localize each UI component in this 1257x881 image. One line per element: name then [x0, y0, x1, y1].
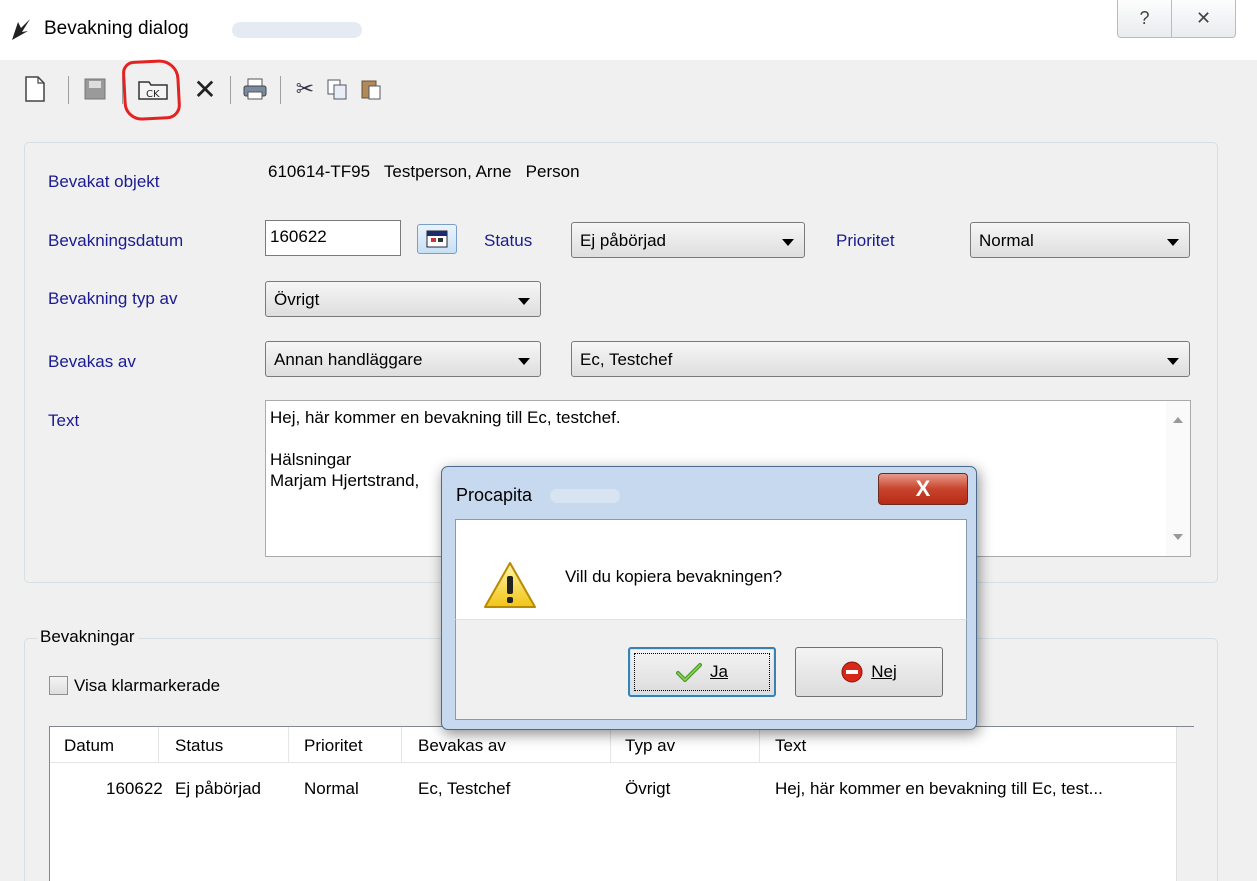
dialog-message: Vill du kopiera bevakningen?	[565, 567, 783, 586]
handlaggare-select[interactable]: Ec, Testchef	[571, 341, 1190, 377]
help-button[interactable]: ?	[1117, 0, 1172, 38]
status-label: Status	[484, 231, 533, 250]
cut-button[interactable]: ✂	[290, 72, 320, 106]
delete-icon: ✕	[193, 72, 217, 106]
app-icon	[12, 19, 30, 40]
calendar-icon	[426, 230, 448, 248]
scroll-down-icon[interactable]	[1173, 534, 1183, 540]
cell-text: Hej, här kommer en bevakning till Ec, te…	[775, 779, 1103, 798]
bevakning-typ-select[interactable]: Övrigt	[265, 281, 541, 317]
bevakat-objekt-label: Bevakat objekt	[48, 172, 160, 191]
save-button[interactable]	[80, 72, 110, 106]
confirm-dialog: Procapita X Vill du kopiera bevakningen?…	[441, 466, 977, 730]
help-icon: ?	[1139, 8, 1150, 28]
table-row[interactable]: 160622 Ej påbörjad Normal Ec, Testchef Ö…	[50, 767, 1176, 801]
bevakning-typ-label: Bevakning typ av	[48, 289, 178, 308]
window-title: Bevakning dialog	[44, 18, 189, 39]
cell-typ-av: Övrigt	[625, 779, 671, 798]
visa-klarmarkerade-checkbox[interactable]	[49, 676, 68, 695]
status-select[interactable]: Ej påbörjad	[571, 222, 805, 258]
cell-status: Ej påbörjad	[175, 779, 262, 798]
text-label: Text	[48, 411, 80, 430]
text-scrollbar[interactable]	[1166, 401, 1190, 556]
bevakas-av-select[interactable]: Annan handläggare	[265, 341, 541, 377]
cell-prioritet: Normal	[304, 779, 359, 798]
cell-bevakas-av: Ec, Testchef	[418, 779, 511, 798]
cut-icon: ✂	[295, 76, 315, 102]
bevakningar-list[interactable]: Datum Status Prioritet Bevakas av Typ av…	[49, 726, 1194, 881]
bevakas-av-label: Bevakas av	[48, 352, 136, 371]
paste-button[interactable]	[356, 72, 386, 106]
delete-button[interactable]: ✕	[190, 72, 220, 106]
chevron-down-icon	[518, 298, 530, 305]
copy-button[interactable]	[322, 72, 352, 106]
chevron-down-icon	[1167, 358, 1179, 365]
yes-button[interactable]: Ja	[628, 647, 776, 697]
close-icon: X	[915, 476, 931, 501]
toolbar-separator	[230, 76, 231, 104]
dialog-title: Procapita	[456, 485, 533, 505]
copy-icon	[327, 79, 347, 100]
column-header-typ-av[interactable]: Typ av	[625, 736, 675, 756]
no-button[interactable]: Nej	[795, 647, 943, 697]
no-label: Nej	[871, 662, 897, 681]
warning-icon	[484, 562, 536, 608]
toolbar	[0, 60, 1257, 124]
chevron-down-icon	[782, 239, 794, 246]
new-button[interactable]	[20, 72, 50, 106]
close-icon: ✕	[1195, 8, 1212, 28]
window-close-button[interactable]: ✕	[1172, 0, 1236, 38]
chevron-down-icon	[1167, 239, 1179, 246]
prioritet-label: Prioritet	[836, 231, 895, 250]
column-header-datum[interactable]: Datum	[64, 736, 114, 756]
column-header-text[interactable]: Text	[775, 736, 806, 756]
toolbar-separator	[280, 76, 281, 104]
dialog-title-redacted	[550, 489, 620, 503]
text-line: Hej, här kommer en bevakning till Ec, te…	[270, 408, 621, 427]
save-icon	[84, 78, 106, 100]
toolbar-separator	[68, 76, 69, 104]
title-redacted	[232, 22, 362, 38]
dialog-close-button[interactable]: X	[878, 473, 968, 505]
new-icon	[25, 76, 45, 102]
red-annotation-circle	[121, 58, 182, 122]
bevakningsdatum-label: Bevakningsdatum	[48, 231, 184, 250]
list-header: Datum Status Prioritet Bevakas av Typ av…	[50, 727, 1176, 763]
calendar-button[interactable]	[417, 224, 457, 254]
print-icon	[243, 78, 267, 100]
bevakat-objekt-value: 610614-TF95 Testperson, Arne Person	[268, 162, 580, 181]
cell-datum: 160622	[106, 779, 163, 798]
prioritet-select[interactable]: Normal	[970, 222, 1190, 258]
print-button[interactable]	[240, 72, 270, 106]
visa-klarmarkerade-label: Visa klarmarkerade	[74, 676, 221, 695]
list-scrollbar[interactable]	[1176, 727, 1194, 881]
column-header-prioritet[interactable]: Prioritet	[304, 736, 363, 756]
text-line	[270, 428, 621, 449]
paste-icon	[361, 80, 381, 100]
scroll-up-icon[interactable]	[1173, 417, 1183, 423]
column-header-bevakas-av[interactable]: Bevakas av	[418, 736, 506, 756]
no-entry-icon	[841, 661, 863, 683]
chevron-down-icon	[518, 358, 530, 365]
column-header-status[interactable]: Status	[175, 736, 223, 756]
bevakningar-group-title: Bevakningar	[37, 627, 138, 647]
bevakningsdatum-input[interactable]: 160622	[265, 220, 401, 256]
